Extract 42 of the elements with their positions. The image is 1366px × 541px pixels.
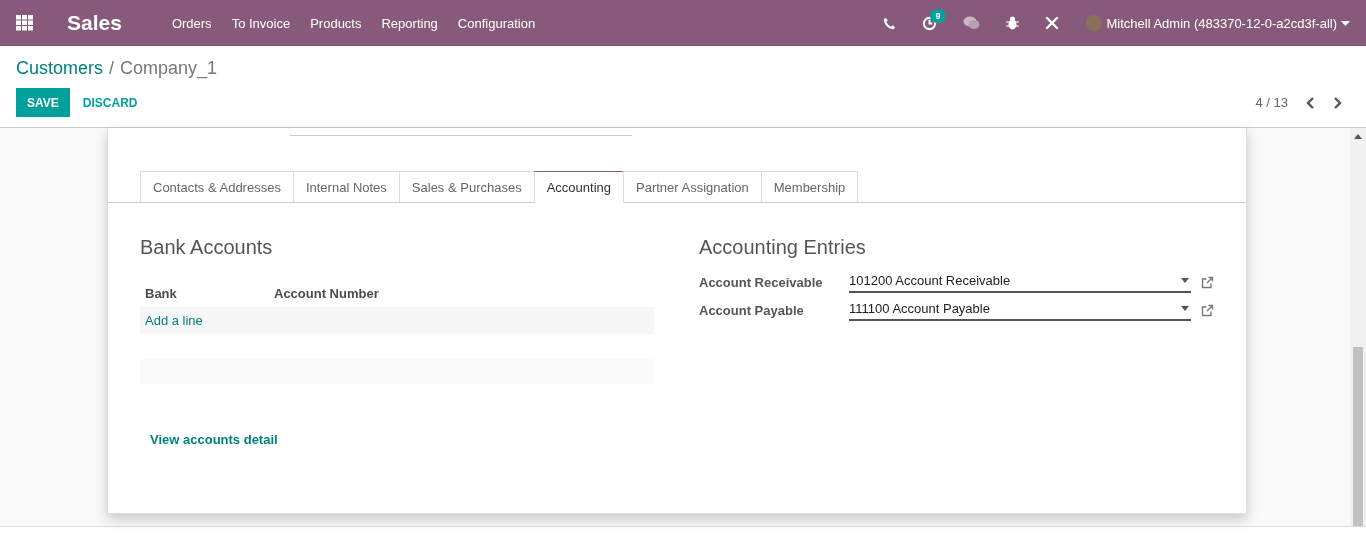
tab[interactable]: Accounting xyxy=(533,171,624,203)
pager-counter: 4 / 13 xyxy=(1255,95,1288,110)
external-link-icon[interactable] xyxy=(1201,275,1214,289)
next-icon[interactable] xyxy=(1332,96,1342,109)
bug-icon[interactable] xyxy=(1006,16,1020,30)
scroll-up-icon[interactable] xyxy=(1354,134,1362,139)
scrollbar[interactable] xyxy=(1350,128,1366,526)
menu-item[interactable]: Configuration xyxy=(447,15,546,31)
breadcrumb-current: Company_1 xyxy=(120,58,218,79)
field-label: Account Receivable xyxy=(699,274,824,290)
activity-badge: 9 xyxy=(930,8,946,23)
menu-item[interactable]: To Invoice xyxy=(221,15,301,31)
select-field[interactable]: 101200 Account Receivable xyxy=(849,271,1191,293)
section-title: Accounting Entries xyxy=(699,236,867,259)
phone-icon[interactable] xyxy=(883,16,897,30)
caret-icon[interactable] xyxy=(1341,20,1350,26)
caret-icon xyxy=(1181,278,1189,283)
previous-icon[interactable] xyxy=(1306,96,1316,109)
breadcrumb-separator: / xyxy=(109,58,115,79)
field-label: Account Payable xyxy=(699,302,805,318)
tab[interactable]: Contacts & Addresses xyxy=(140,171,294,202)
menu-item[interactable]: Orders xyxy=(161,15,222,31)
caret-icon xyxy=(1181,306,1189,311)
menu-item[interactable]: Products xyxy=(300,15,372,31)
view-details-link[interactable]: View accounts detail xyxy=(150,432,278,447)
select-field[interactable]: 111100 Account Payable xyxy=(849,299,1191,321)
external-link-icon[interactable] xyxy=(1201,303,1214,317)
column-header: Bank xyxy=(145,286,178,301)
column-header: Account Number xyxy=(274,286,379,301)
chat-icon[interactable] xyxy=(963,16,981,30)
tools-icon[interactable] xyxy=(1045,16,1060,30)
discard-button[interactable]: DISCARD xyxy=(69,95,151,110)
breadcrumb-link[interactable]: Customers xyxy=(16,58,104,79)
section-title: Bank Accounts xyxy=(140,236,274,259)
user-name[interactable]: Mitchell Admin (483370-12-0-a2cd3f-all) xyxy=(1106,15,1337,31)
save-button[interactable]: SAVE xyxy=(16,88,70,117)
add-line-link[interactable]: Add a line xyxy=(145,313,203,328)
apps-grid-icon[interactable] xyxy=(16,15,34,31)
tab[interactable]: Membership xyxy=(760,171,859,202)
app-name: Sales xyxy=(67,11,122,35)
clock-icon[interactable] xyxy=(922,15,938,31)
menu-item[interactable]: Reporting xyxy=(371,15,448,31)
